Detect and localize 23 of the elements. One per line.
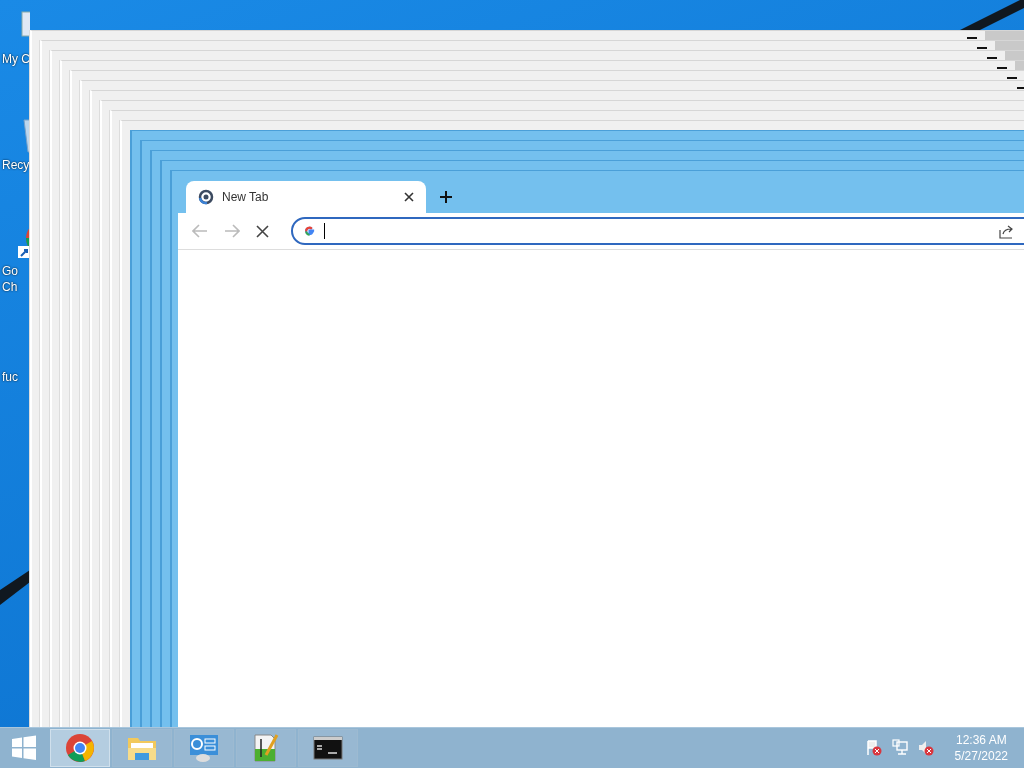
terminal-icon [313,736,343,760]
muted-speaker-icon[interactable] [916,739,935,757]
notepad-icon [251,733,281,763]
stop-icon[interactable] [256,224,269,238]
desktop-icon-label[interactable]: fuc [2,370,18,386]
desktop-icon-label[interactable]: My C [2,52,30,68]
address-bar[interactable] [291,217,1024,245]
start-icon[interactable] [10,734,38,762]
desktop-icon-label[interactable]: Go Ch [2,264,18,296]
close-icon[interactable] [404,192,414,202]
share-icon[interactable] [999,223,1015,239]
taskbar-button[interactable] [298,729,358,767]
clock-date[interactable]: 5/27/2022 [954,748,1008,765]
loading-icon [198,189,214,205]
tab-title: New Tab [222,190,270,204]
clock-time[interactable]: 12:36 AM [955,731,1007,748]
browser-tab[interactable]: New Tab [186,181,426,213]
desktop-icon-label[interactable]: Recy [2,158,30,174]
new-tab-icon[interactable] [440,191,452,203]
flag-error-icon[interactable] [864,739,883,757]
google-icon [303,224,316,238]
control-panel-icon [188,733,220,763]
chrome-icon [65,733,95,763]
